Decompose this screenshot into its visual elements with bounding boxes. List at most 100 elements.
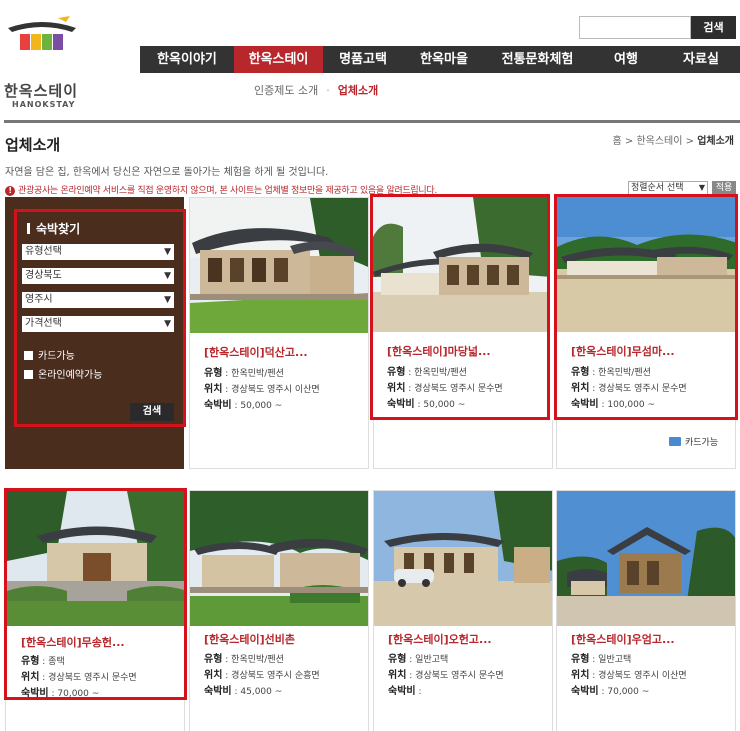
search-panel-highlight: 숙박찾기 유형선택 ▼ 경상북도 ▼ 영주시 ▼ 가격선택 ▼ 카드가능 온라인예약가능… [14, 209, 186, 427]
breadcrumb: 홈 > 한옥스테이 > 업체소개 [612, 136, 734, 147]
listing-title[interactable]: [한옥스테이]무섬마... [571, 343, 675, 359]
listing-card-highlighted[interactable]: [한옥스테이]무섬마... 유형 : 한옥민박/펜션 위치 : 경상북도 영주시… [554, 194, 738, 420]
nav-travel[interactable]: 여행 [590, 46, 662, 73]
subnav-separator: · [326, 84, 330, 97]
listing-type: 유형 : 한옥민박/펜션 [204, 368, 284, 379]
chevron-down-icon: ▼ [698, 183, 705, 192]
type-select-value: 유형선택 [25, 246, 62, 257]
listing-price: 숙박비 : 70,000 ~ [571, 686, 650, 697]
online-reservation-checkbox[interactable]: 온라인예약가능 [24, 366, 102, 381]
info-icon: ! [5, 186, 15, 196]
listing-type: 유형 : 일반고택 [388, 654, 449, 665]
listing-location: 위치 : 경상북도 영주시 문수면 [388, 670, 504, 681]
logo-text: 한옥스테이 [4, 82, 79, 100]
price-select[interactable]: 가격선택 ▼ [22, 316, 174, 332]
logo-subtext: HANOKSTAY [12, 100, 76, 109]
listing-price: 숙박비 : 100,000 ~ [571, 399, 655, 410]
nav-archive[interactable]: 자료실 [662, 46, 740, 73]
listing-price: 숙박비 : 45,000 ~ [204, 686, 283, 697]
listing-price: 숙박비 : 50,000 ~ [204, 400, 283, 411]
online-reservation-label: 온라인예약가능 [38, 370, 103, 381]
listing-price: 숙박비 : 50,000 ~ [387, 399, 466, 410]
listing-info: 유형 : 한옥민박/펜션 위치 : 경상북도 영주시 문수면 숙박비 : 100… [571, 365, 687, 413]
listing-title[interactable]: [한옥스테이]무송헌... [21, 634, 125, 650]
listing-photo[interactable] [557, 197, 735, 332]
nav-culture-experience[interactable]: 전통문화체험 [485, 46, 590, 73]
listing-info: 유형 : 한옥민박/펜션 위치 : 경상북도 영주시 이산면 숙박비 : 50,… [204, 366, 320, 414]
sub-navigation: 인증제도 소개 · 업체소개 [254, 82, 378, 98]
lodging-search-panel: 숙박찾기 유형선택 ▼ 경상북도 ▼ 영주시 ▼ 가격선택 ▼ 카드가능 온라인예약가능… [5, 197, 186, 469]
checkbox-icon [24, 351, 33, 360]
listing-card-footer: 카드가능 [556, 420, 736, 469]
listing-info: 유형 : 한옥민박/펜션 위치 : 경상북도 영주시 순흥면 숙박비 : 45,… [204, 652, 320, 700]
listing-photo[interactable] [190, 491, 368, 626]
sort-order-select[interactable]: 정렬순서 선택 ▼ [628, 181, 708, 195]
card-available-badge: 카드가능 [669, 435, 718, 448]
listing-type: 유형 : 한옥민박/펜션 [204, 654, 284, 665]
chevron-down-icon: ▼ [164, 247, 171, 257]
listing-info: 유형 : 일반고택 위치 : 경상북도 영주시 이산면 숙박비 : 70,000… [571, 652, 687, 700]
listing-card-highlighted[interactable]: [한옥스테이]마당넓... 유형 : 한옥민박/펜션 위치 : 경상북도 영주시… [370, 194, 550, 420]
listing-title[interactable]: [한옥스테이]우엄고... [571, 631, 675, 647]
listing-photo[interactable] [373, 197, 547, 332]
panel-search-button[interactable]: 검색 [130, 403, 174, 421]
search-panel-title: 숙박찾기 [27, 220, 80, 237]
breadcrumb-current: 업체소개 [697, 136, 734, 147]
city-select-value: 영주시 [25, 294, 53, 305]
listing-info: 유형 : 일반고택 위치 : 경상북도 영주시 문수면 숙박비 : [388, 652, 504, 700]
listing-title[interactable]: [한옥스테이]오헌고... [388, 631, 492, 647]
type-select[interactable]: 유형선택 ▼ [22, 244, 174, 260]
listing-info: 유형 : 종택 위치 : 경상북도 영주시 문수면 숙박비 : 70,000 ~ [21, 654, 137, 702]
listing-location: 위치 : 경상북도 영주시 문수면 [21, 672, 137, 683]
listing-price: 숙박비 : [388, 686, 422, 697]
nav-hanok-story[interactable]: 한옥이야기 [140, 46, 234, 73]
listing-type: 유형 : 한옥민박/펜션 [571, 367, 651, 378]
price-select-value: 가격선택 [25, 318, 62, 329]
listing-title[interactable]: [한옥스테이]마당넓... [387, 343, 491, 359]
subnav-certification[interactable]: 인증제도 소개 [254, 84, 318, 97]
listing-location: 위치 : 경상북도 영주시 이산면 [204, 384, 320, 395]
page-description: 자연을 담은 집, 한옥에서 당신은 자연으로 돌아가는 체험을 하게 될 것입… [5, 167, 329, 178]
breadcrumb-home[interactable]: 홈 [612, 136, 621, 147]
card-available-checkbox[interactable]: 카드가능 [24, 347, 75, 362]
city-select[interactable]: 영주시 ▼ [22, 292, 174, 308]
listing-location: 위치 : 경상북도 영주시 이산면 [571, 670, 687, 681]
province-select[interactable]: 경상북도 ▼ [22, 268, 174, 284]
listing-photo[interactable] [190, 198, 368, 333]
listing-photo[interactable] [557, 491, 735, 626]
listing-title[interactable]: [한옥스테이]덕산고... [204, 344, 308, 360]
listing-photo[interactable] [374, 491, 552, 626]
breadcrumb-hanokstay[interactable]: 한옥스테이 [636, 136, 682, 147]
listing-card-highlighted[interactable]: [한옥스테이]무송헌... 유형 : 종택 위치 : 경상북도 영주시 문수면 … [4, 488, 187, 700]
listing-title[interactable]: [한옥스테이]선비촌 [204, 631, 295, 647]
province-select-value: 경상북도 [25, 270, 62, 281]
sort-order-label: 정렬순서 선택 [631, 183, 684, 193]
listing-location: 위치 : 경상북도 영주시 문수면 [571, 383, 687, 394]
site-search-input[interactable] [579, 16, 691, 39]
listing-type: 유형 : 종택 [21, 656, 65, 667]
site-header: 한옥스테이 HANOKSTAY 검색 한옥이야기 한옥스테이 명품고택 한옥마을… [0, 0, 740, 125]
site-search-button[interactable]: 검색 [691, 16, 736, 39]
listing-location: 위치 : 경상북도 영주시 문수면 [387, 383, 503, 394]
listing-card[interactable]: [한옥스테이]덕산고... 유형 : 한옥민박/펜션 위치 : 경상북도 영주시… [189, 197, 369, 469]
listing-card[interactable]: [한옥스테이]선비촌 유형 : 한옥민박/펜션 위치 : 경상북도 영주시 순흥… [189, 490, 369, 731]
nav-premium-house[interactable]: 명품고택 [323, 46, 403, 73]
sort-apply-button[interactable]: 적용 [712, 181, 736, 195]
hanokstay-logo[interactable]: 한옥스테이 HANOKSTAY [4, 8, 84, 109]
listing-card-footer [5, 700, 185, 731]
card-available-label: 카드가능 [38, 351, 75, 362]
subnav-company-intro[interactable]: 업체소개 [338, 84, 378, 97]
listing-type: 유형 : 일반고택 [571, 654, 632, 665]
page-title: 업체소개 [5, 136, 61, 154]
listing-card-footer [373, 420, 553, 469]
main-navigation: 한옥이야기 한옥스테이 명품고택 한옥마을 전통문화체험 여행 자료실 [140, 46, 740, 73]
checkbox-icon [24, 370, 33, 379]
nav-hanok-stay[interactable]: 한옥스테이 [234, 46, 323, 73]
nav-hanok-village[interactable]: 한옥마을 [403, 46, 485, 73]
listing-info: 유형 : 한옥민박/펜션 위치 : 경상북도 영주시 문수면 숙박비 : 50,… [387, 365, 503, 413]
title-bar-icon [27, 223, 30, 234]
listing-card[interactable]: [한옥스테이]우엄고... 유형 : 일반고택 위치 : 경상북도 영주시 이산… [556, 490, 736, 731]
search-panel-title-text: 숙박찾기 [36, 222, 81, 236]
listing-card[interactable]: [한옥스테이]오헌고... 유형 : 일반고택 위치 : 경상북도 영주시 문수… [373, 490, 553, 731]
listing-photo[interactable] [7, 491, 184, 626]
